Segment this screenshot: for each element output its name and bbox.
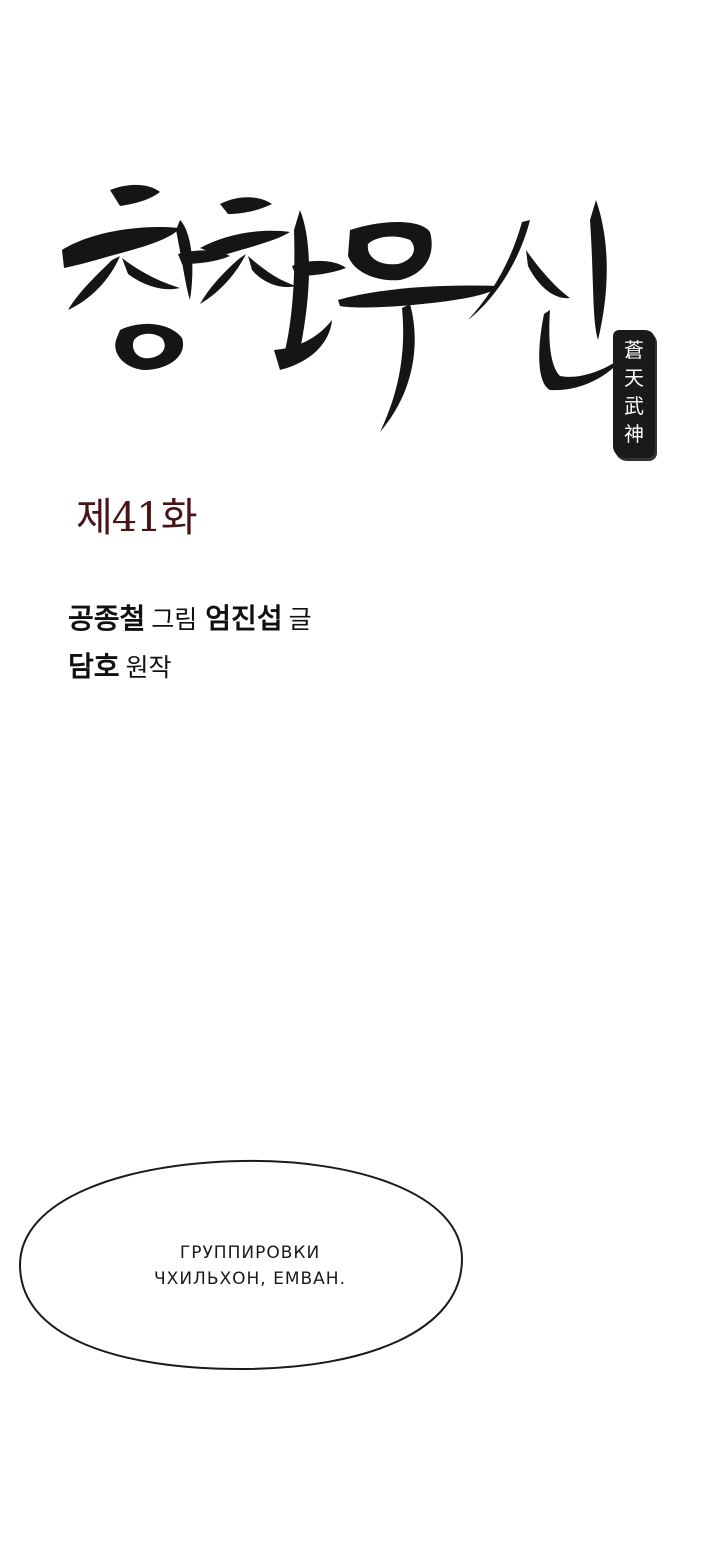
hanja-seal: 蒼 天 武 神 — [613, 336, 655, 448]
seal-char: 天 — [624, 366, 644, 390]
comic-page: 蒼 天 武 神 제41화 공종철 그림 엄진섭 글 담호 원작 ГРУППИРОВКИ … — [0, 0, 720, 1542]
credits-line-2: 담호 원작 — [68, 645, 180, 685]
logo-stroke-group-2 — [200, 197, 346, 370]
writer-role: 글 — [288, 605, 312, 634]
writer-name: 엄진섭 — [205, 602, 283, 635]
seal-char: 武 — [624, 394, 644, 418]
credits-line-1: 공종철 그림 엄진섭 글 — [68, 597, 320, 637]
logo-stroke-group-1 — [62, 184, 230, 370]
original-author-role: 원작 — [125, 653, 172, 682]
artist-name: 공종철 — [68, 602, 146, 635]
speech-bubble-text: ГРУППИРОВКИ ЧХИЛЬХОН, ЕМВАН. — [130, 1240, 370, 1292]
title-logo — [62, 184, 624, 432]
bubble-line: ГРУППИРОВКИ — [179, 1243, 321, 1263]
logo-stroke-group-4 — [468, 200, 624, 391]
episode-label: 제41화 — [76, 495, 197, 541]
original-author-name: 담호 — [68, 650, 120, 683]
artist-role: 그림 — [151, 605, 198, 634]
bubble-line: ЧХИЛЬХОН, ЕМВАН. — [154, 1269, 346, 1289]
seal-char: 蒼 — [624, 338, 644, 362]
seal-char: 神 — [624, 422, 644, 446]
logo-stroke-group-3 — [338, 222, 500, 432]
